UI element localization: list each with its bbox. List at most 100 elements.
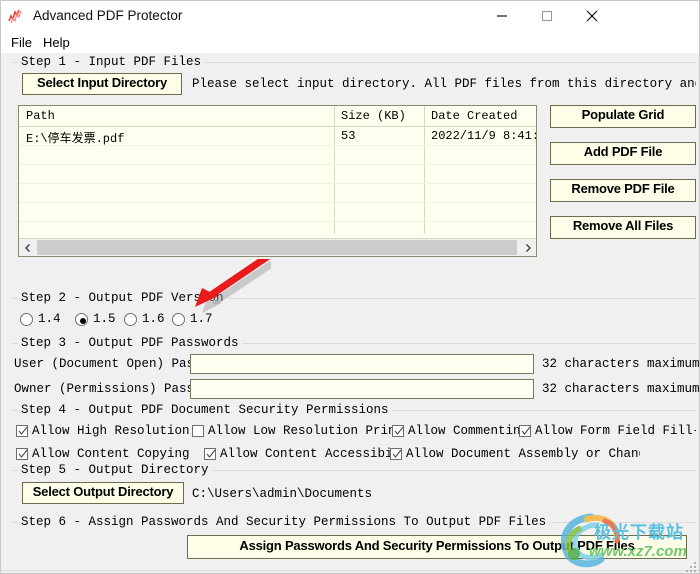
checkbox-box-icon <box>519 425 531 437</box>
checkbox-box-icon <box>16 425 28 437</box>
checkbox-allow-document-assembly-or-changing[interactable]: Allow Document Assembly or Changing <box>390 447 640 463</box>
client-area: Step 1 - Input PDF Files Select Input Di… <box>1 53 699 573</box>
checkbox-label: Allow Commenting <box>408 424 519 438</box>
check-mark-icon <box>392 449 402 458</box>
assign-passwords-button[interactable]: Assign Passwords And Security Permission… <box>187 535 687 559</box>
checkbox-allow-content-copying[interactable]: Allow Content Copying <box>16 447 204 463</box>
application-window: Advanced PDF Protector File Help Step 1 <box>0 0 700 574</box>
remove-pdf-file-label: Remove PDF File <box>571 181 675 196</box>
input-files-grid[interactable]: Path Size (KB) Date Created E:\停车发票.pdf … <box>18 105 537 257</box>
title-bar: Advanced PDF Protector <box>1 1 699 33</box>
owner-password-input[interactable] <box>190 379 534 399</box>
grid-col-size: Size (KB) <box>341 109 406 123</box>
check-mark-icon <box>206 449 216 458</box>
menu-bar: File Help <box>1 32 699 53</box>
radio-label-1-6: 1.6 <box>142 312 165 326</box>
cell-path: E:\停车发票.pdf <box>26 132 125 146</box>
checkbox-label: Allow Form Field Fill-in or Signing <box>535 424 696 438</box>
remove-all-files-button[interactable]: Remove All Files <box>550 216 696 239</box>
step1-group: Step 1 - Input PDF Files Select Input Di… <box>12 55 696 267</box>
radio-circle-icon <box>172 313 185 326</box>
maximize-icon <box>541 10 552 22</box>
checkbox-box-icon <box>16 448 28 460</box>
chart-zigzag-icon <box>8 8 26 25</box>
table-row-empty <box>19 165 536 184</box>
maximize-button[interactable] <box>524 1 569 31</box>
step4-group: Step 4 - Output PDF Document Security Pe… <box>12 403 696 461</box>
bottom-divider <box>1 570 699 571</box>
step5-group: Step 5 - Output Directory Select Output … <box>12 463 696 511</box>
scroll-left-button[interactable] <box>19 239 36 256</box>
menu-item-help[interactable]: Help <box>38 34 75 51</box>
checkbox-box-icon <box>204 448 216 460</box>
step3-group: Step 3 - Output PDF Passwords User (Docu… <box>12 336 699 399</box>
grid-horizontal-scrollbar[interactable] <box>19 238 536 256</box>
checkbox-allow-form-field-fill-in-or-signing[interactable]: Allow Form Field Fill-in or Signing <box>519 424 696 440</box>
window-title: Advanced PDF Protector <box>33 8 183 23</box>
populate-grid-label: Populate Grid <box>581 107 665 122</box>
close-icon <box>586 10 597 22</box>
output-directory-path: C:\Users\admin\Documents <box>192 487 373 501</box>
check-mark-icon <box>521 426 531 435</box>
minimize-button[interactable] <box>479 1 524 31</box>
user-password-hint: 32 characters maximum <box>542 357 700 371</box>
checkbox-allow-content-accessibility[interactable]: Allow Content Accessibility <box>204 447 390 463</box>
grid-col-path: Path <box>26 109 55 123</box>
checkbox-allow-low-resolution-printing-only[interactable]: Allow Low Resolution Printing Only <box>192 424 392 440</box>
check-mark-icon <box>394 426 404 435</box>
assign-passwords-label: Assign Passwords And Security Permission… <box>239 538 635 553</box>
checkbox-allow-high-resolution-printing[interactable]: Allow High Resolution Printing <box>16 424 192 440</box>
add-pdf-file-button[interactable]: Add PDF File <box>550 142 696 165</box>
grid-col-date: Date Created <box>431 109 518 123</box>
step3-legend: Step 3 - Output PDF Passwords <box>18 336 242 350</box>
table-row[interactable]: E:\停车发票.pdf 53 2022/11/9 8:41:11 <box>19 127 536 146</box>
owner-password-hint: 32 characters maximum <box>542 382 700 396</box>
step6-group: Step 6 - Assign Passwords And Security P… <box>12 515 696 569</box>
checkbox-label: Allow High Resolution Printing <box>32 424 192 438</box>
cell-date: 2022/11/9 8:41:11 <box>431 129 536 143</box>
table-row-empty <box>19 184 536 203</box>
step2-legend: Step 2 - Output PDF Version <box>18 291 227 305</box>
select-input-directory-label: Select Input Directory <box>37 75 167 90</box>
step6-legend: Step 6 - Assign Passwords And Security P… <box>18 515 550 529</box>
step5-legend: Step 5 - Output Directory <box>18 463 212 477</box>
remove-pdf-file-button[interactable]: Remove PDF File <box>550 179 696 202</box>
step4-legend: Step 4 - Output PDF Document Security Pe… <box>18 403 392 417</box>
add-pdf-file-label: Add PDF File <box>583 144 663 159</box>
radio-circle-icon <box>75 313 88 326</box>
checkbox-label: Allow Content Copying <box>32 447 190 461</box>
remove-all-files-label: Remove All Files <box>572 218 674 233</box>
radio-circle-icon <box>124 313 137 326</box>
check-mark-icon <box>18 426 28 435</box>
radio-label-1-5: 1.5 <box>93 312 116 326</box>
checkbox-label: Allow Content Accessibility <box>220 447 390 461</box>
checkbox-allow-commenting[interactable]: Allow Commenting <box>392 424 519 440</box>
chevron-right-icon <box>525 243 531 252</box>
scrollbar-thumb[interactable] <box>37 240 517 255</box>
scroll-right-button[interactable] <box>519 239 536 256</box>
checkbox-box-icon <box>392 425 404 437</box>
input-directory-hint: Please select input directory. All PDF f… <box>192 77 696 91</box>
step1-legend: Step 1 - Input PDF Files <box>18 55 205 69</box>
cell-size: 53 <box>341 129 356 143</box>
radio-label-1-7: 1.7 <box>190 312 213 326</box>
grid-header-row: Path Size (KB) Date Created <box>19 106 536 127</box>
checkbox-label: Allow Low Resolution Printing Only <box>208 424 392 438</box>
close-button[interactable] <box>569 1 614 31</box>
select-output-directory-button[interactable]: Select Output Directory <box>22 482 184 504</box>
select-output-directory-label: Select Output Directory <box>32 484 174 499</box>
radio-selected-dot-icon <box>79 317 86 324</box>
radio-label-1-4: 1.4 <box>38 312 61 326</box>
resize-grip[interactable] <box>686 560 698 572</box>
checkbox-label: Allow Document Assembly or Changing <box>406 447 640 461</box>
checkbox-box-icon <box>192 425 204 437</box>
radio-circle-icon <box>20 313 33 326</box>
checkbox-box-icon <box>390 448 402 460</box>
menu-item-file[interactable]: File <box>6 34 37 51</box>
table-row-empty <box>19 203 536 222</box>
select-input-directory-button[interactable]: Select Input Directory <box>22 73 182 95</box>
user-password-input[interactable] <box>190 354 534 374</box>
check-mark-icon <box>18 449 28 458</box>
populate-grid-button[interactable]: Populate Grid <box>550 105 696 128</box>
step2-group: Step 2 - Output PDF Version 1.4 1.5 1.6 <box>12 291 696 331</box>
